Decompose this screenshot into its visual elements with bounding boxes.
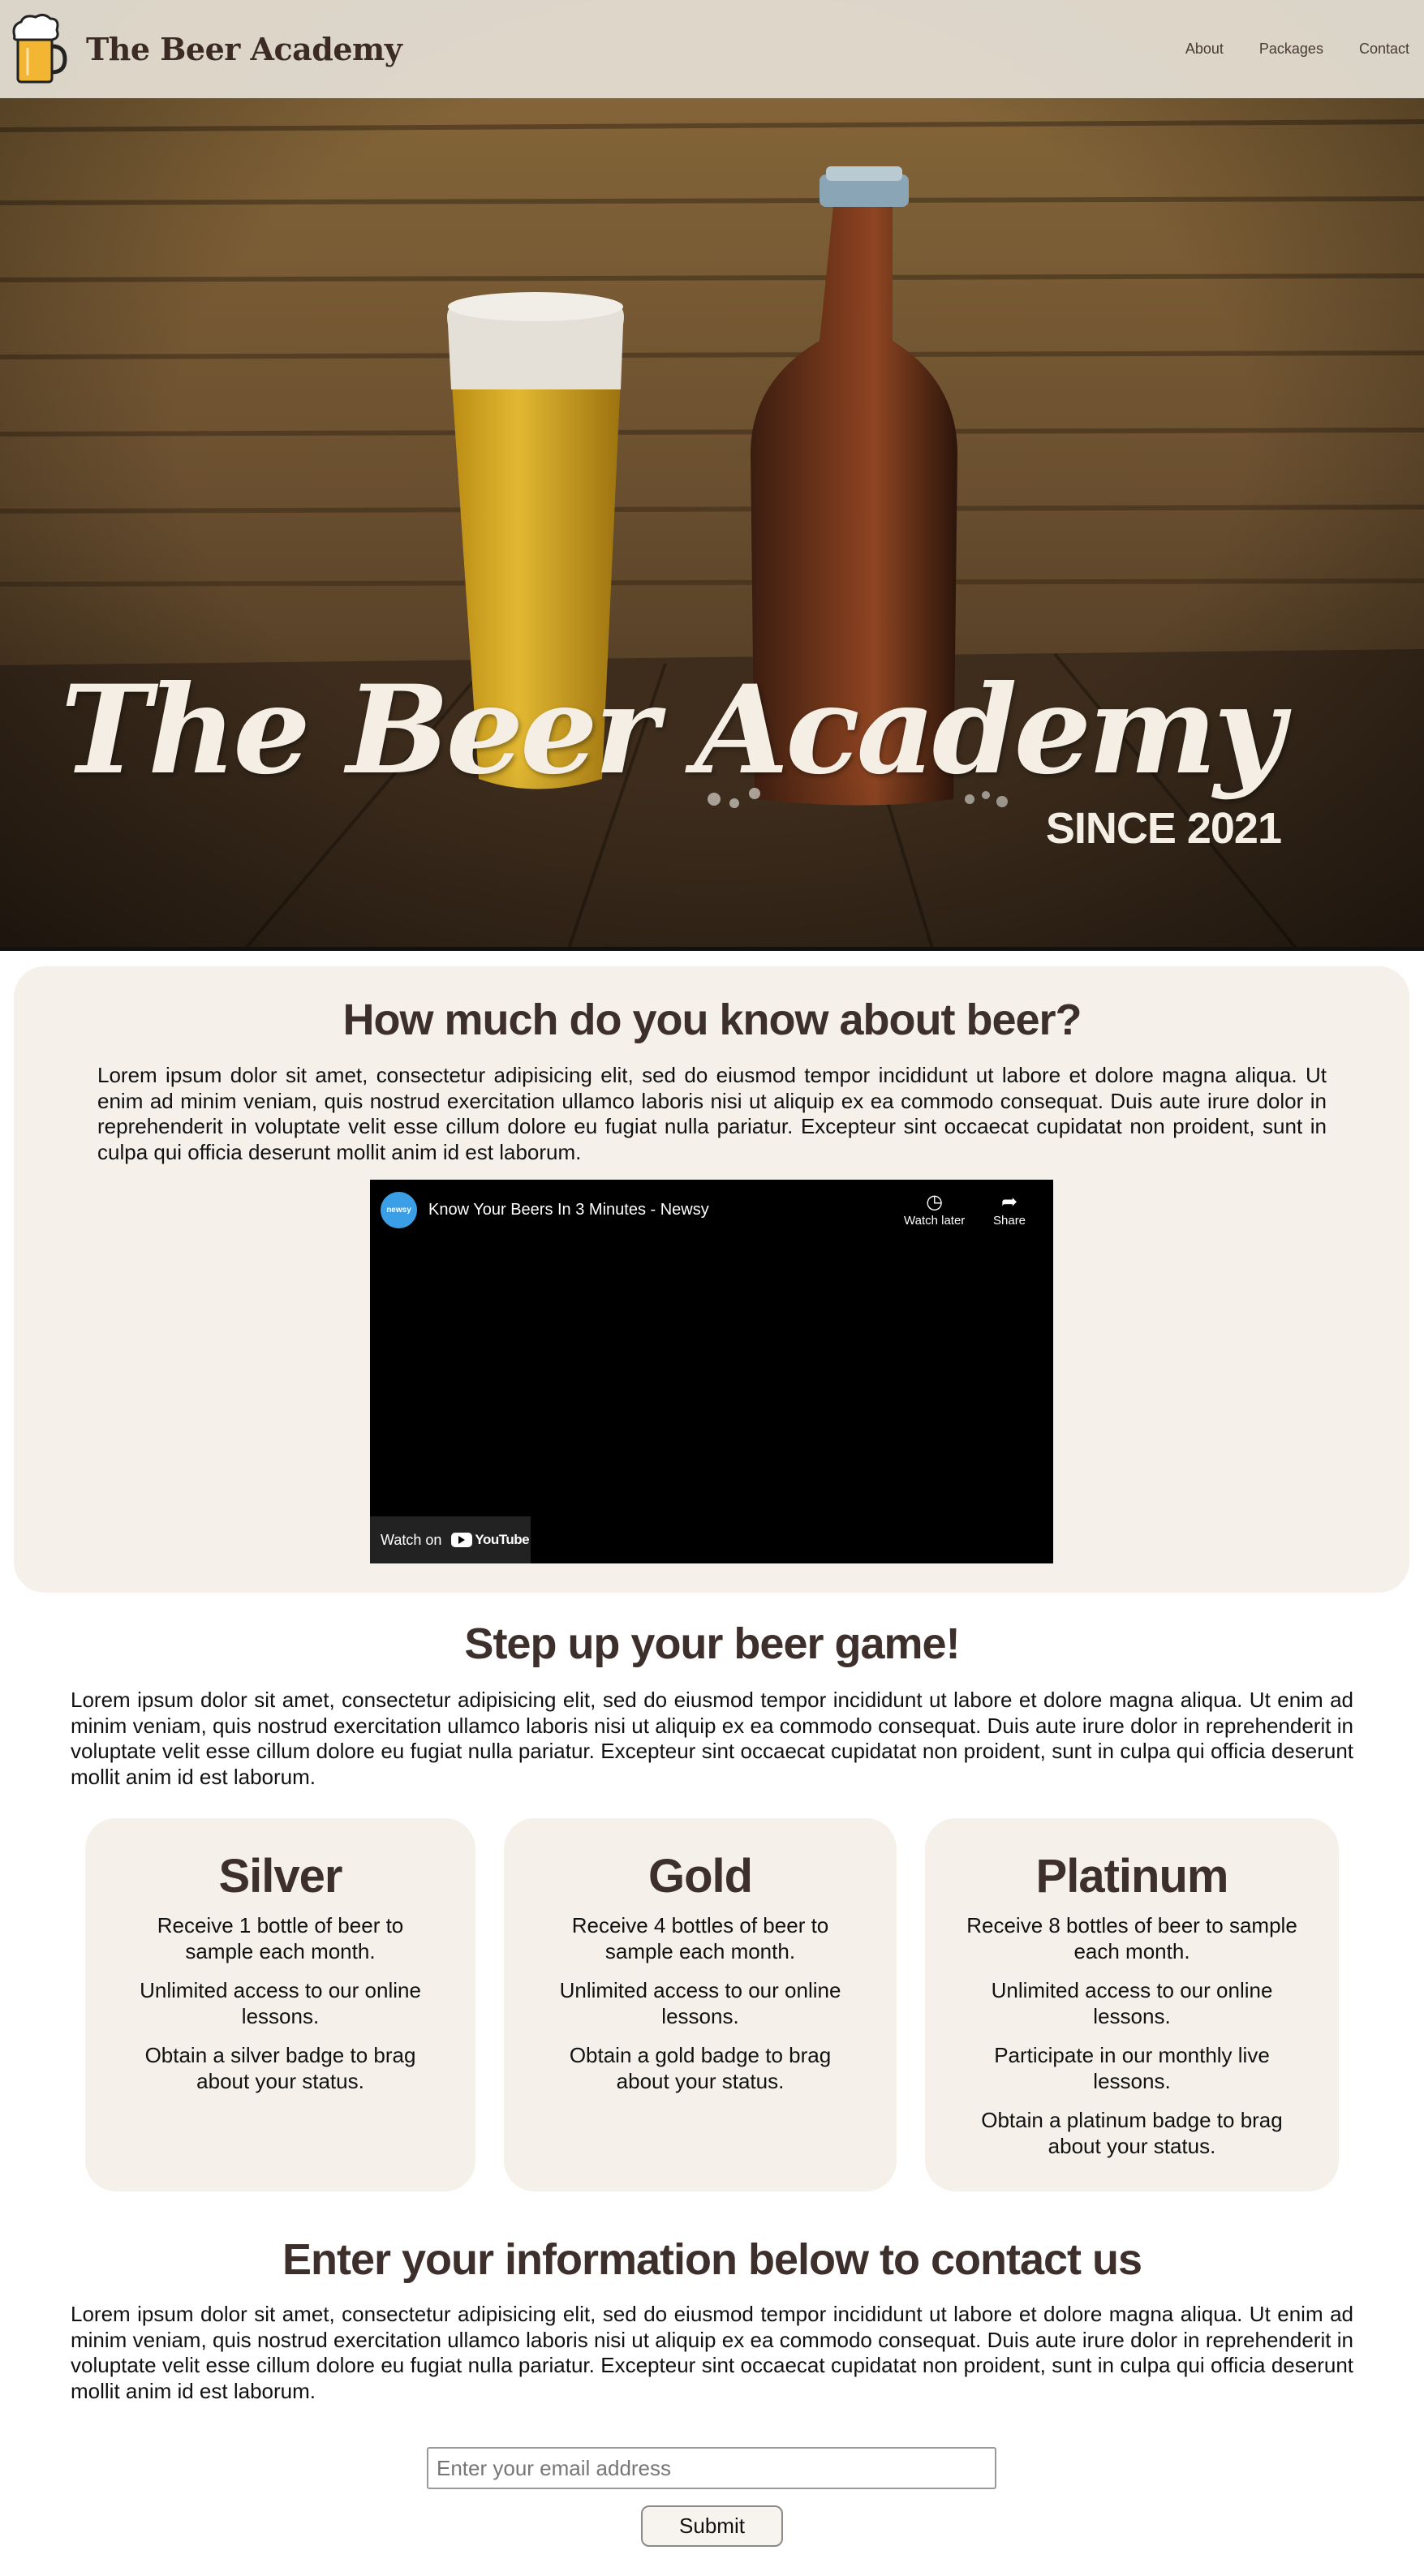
youtube-video-embed[interactable]: newsy Know Your Beers In 3 Minutes - New… [370,1180,1053,1563]
youtube-wordmark: YouTube [475,1532,530,1547]
watch-later-label: Watch later [904,1214,966,1228]
package-feature: Unlimited access to our online lessons. [991,1978,1273,2028]
share-button[interactable]: ➦ Share [993,1191,1026,1228]
hero-banner: The Beer Academy SINCE 2021 [0,0,1424,951]
video-title[interactable]: Know Your Beers In 3 Minutes - Newsy [428,1201,709,1219]
game-paragraph: Lorem ipsum dolor sit amet, consectetur … [71,1688,1353,1789]
youtube-play-icon [451,1533,473,1547]
brand[interactable]: The Beer Academy [11,12,402,87]
share-label: Share [993,1214,1026,1228]
quiz-paragraph: Lorem ipsum dolor sit amet, consectetur … [97,1063,1327,1164]
watch-later-button[interactable]: ◷ Watch later [904,1191,965,1228]
package-name: Platinum [1035,1850,1229,1903]
clock-icon: ◷ [926,1191,944,1213]
share-arrow-icon: ➦ [1000,1191,1018,1213]
package-feature: Receive 1 bottle of beer to sample each … [157,1913,404,1963]
brand-name: The Beer Academy [86,31,402,67]
package-card-platinum: Platinum Receive 8 bottles of beer to sa… [925,1818,1339,2191]
package-features: Receive 1 bottle of beer to sample each … [85,1913,475,2094]
package-feature: Unlimited access to our online lessons. [140,1978,421,2028]
package-feature: Unlimited access to our online lessons. [559,1978,841,2028]
channel-avatar[interactable]: newsy [381,1192,417,1228]
hero-title: The Beer Academy [60,659,1284,802]
contact-paragraph: Lorem ipsum dolor sit amet, consectetur … [71,2302,1353,2403]
watch-on-label: Watch on [381,1531,442,1548]
package-card-gold: Gold Receive 4 bottles of beer to sample… [504,1818,897,2191]
package-feature: Obtain a platinum badge to brag about yo… [981,2108,1283,2158]
nav-contact[interactable]: Contact [1359,41,1409,58]
package-feature: Participate in our monthly live lessons. [994,2043,1270,2093]
submit-button[interactable]: Submit [641,2505,783,2547]
package-feature: Receive 8 bottles of beer to sample each… [966,1913,1297,1963]
youtube-logo: YouTube [451,1532,530,1548]
watch-on-youtube-button[interactable]: Watch on YouTube [370,1516,531,1563]
quiz-heading: How much do you know about beer? [342,996,1082,1044]
nav-packages[interactable]: Packages [1259,41,1323,58]
package-feature: Obtain a gold badge to brag about your s… [569,2043,832,2093]
hero-subtitle: SINCE 2021 [1045,804,1282,853]
game-heading: Step up your beer game! [464,1619,960,1668]
site-header: The Beer Academy About Packages Contact [0,0,1424,98]
nav-about[interactable]: About [1185,41,1224,58]
package-features: Receive 8 bottles of beer to sample each… [925,1913,1339,2159]
package-feature: Receive 4 bottles of beer to sample each… [571,1913,829,1963]
package-feature: Obtain a silver badge to brag about your… [144,2043,416,2093]
package-name: Silver [218,1850,343,1903]
package-name: Gold [647,1850,753,1903]
contact-heading: Enter your information below to contact … [282,2235,1142,2284]
main-nav: About Packages Contact [1150,41,1409,58]
package-card-silver: Silver Receive 1 bottle of beer to sampl… [85,1818,475,2191]
package-features: Receive 4 bottles of beer to sample each… [504,1913,897,2094]
email-input[interactable] [427,2447,996,2489]
beer-mug-icon [12,13,67,83]
